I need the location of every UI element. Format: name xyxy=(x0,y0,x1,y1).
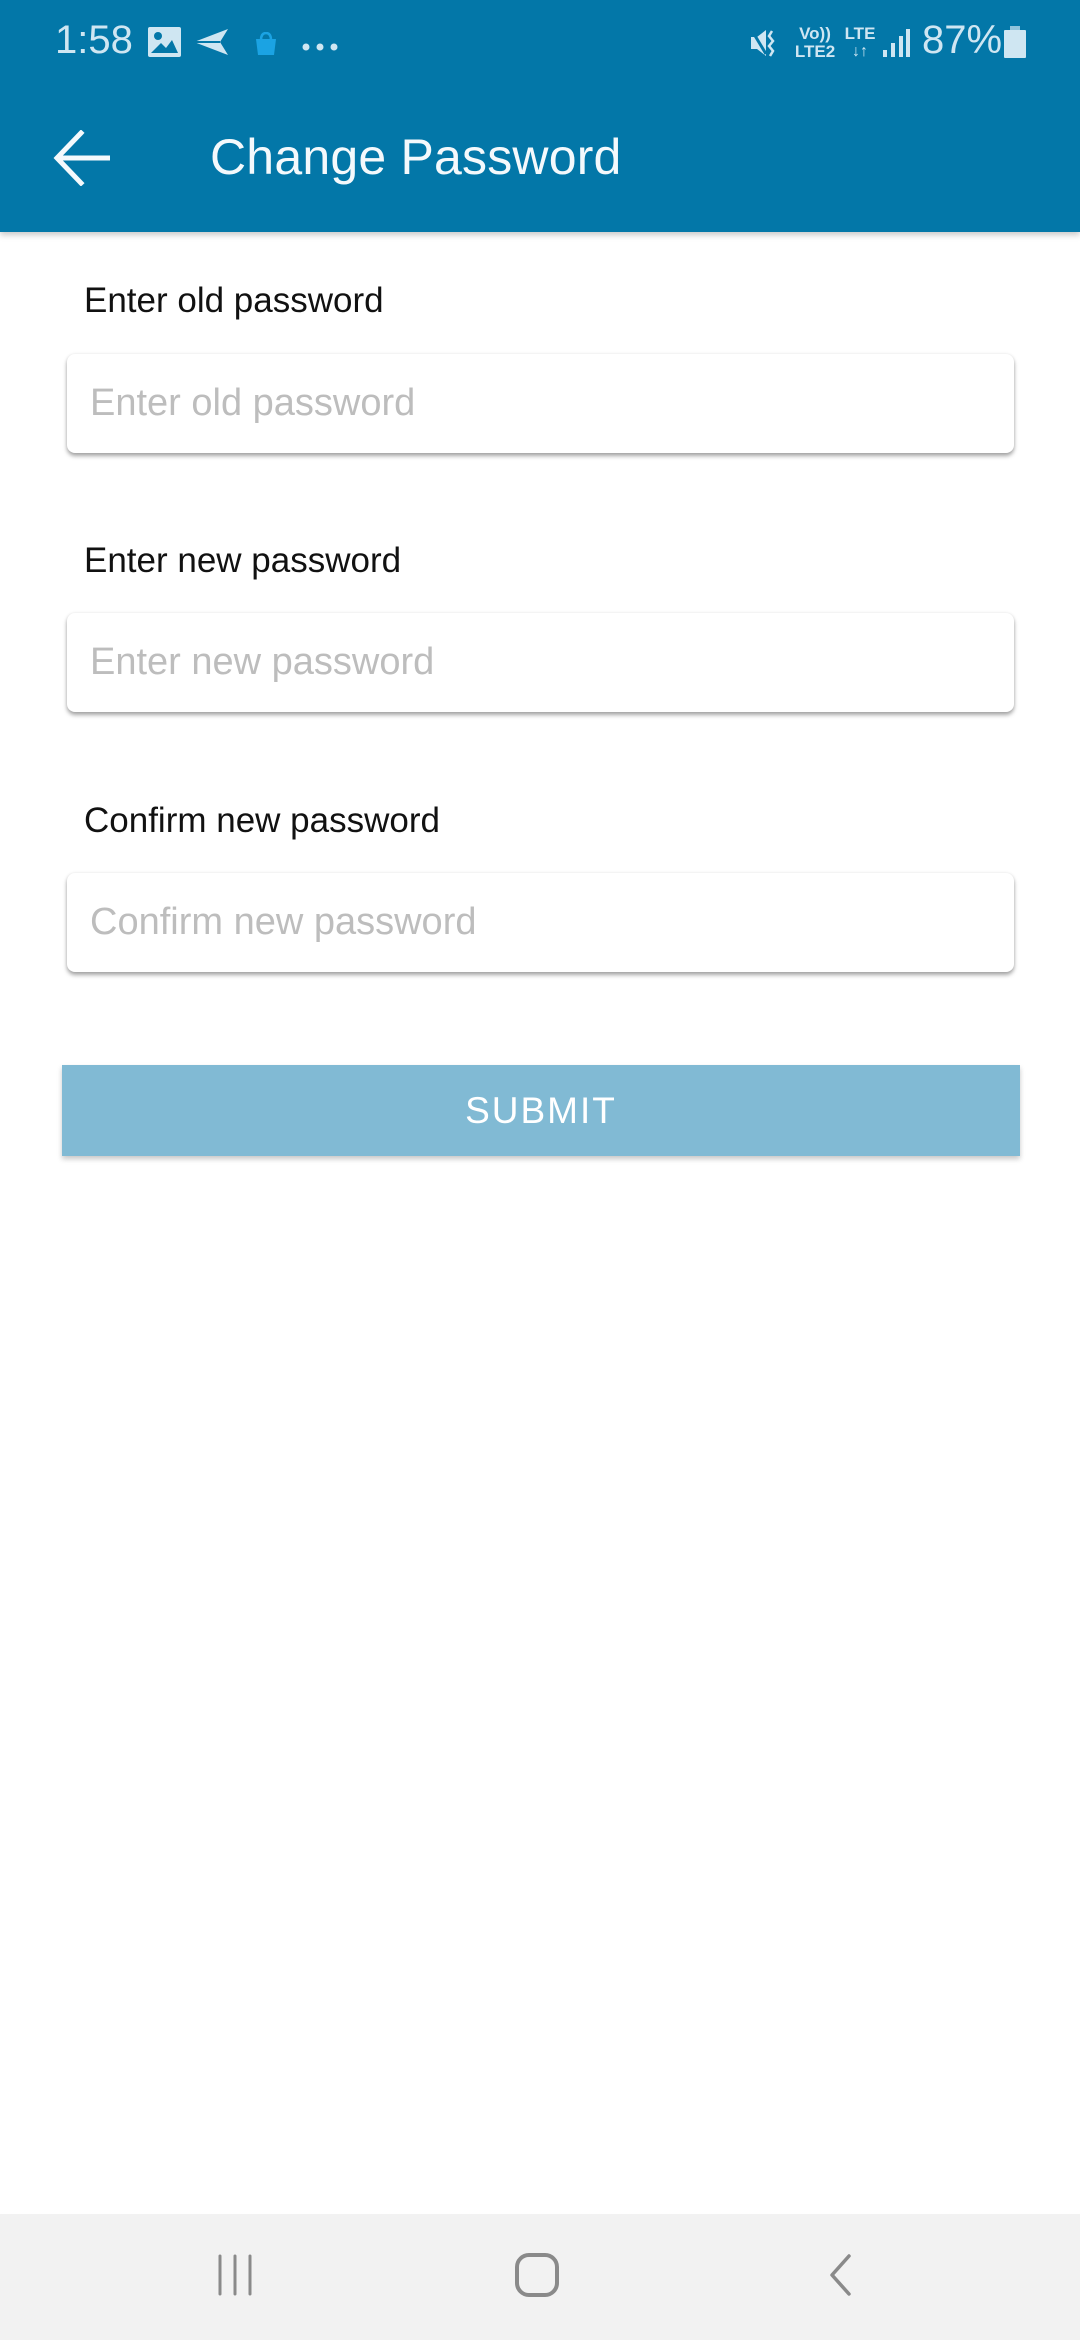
confirm-password-label: Confirm new password xyxy=(84,801,440,840)
gallery-icon xyxy=(148,27,181,62)
system-nav-bar xyxy=(0,2214,1080,2340)
volte-top-label: Vo)) xyxy=(799,24,831,43)
new-password-input[interactable] xyxy=(67,613,1014,712)
app-bar: 1:58 Vo)) LTE2 LTE ↓↑ 87% Change Passwor… xyxy=(0,0,1080,232)
back-icon xyxy=(827,2253,853,2302)
submit-button[interactable]: SUBMIT xyxy=(62,1065,1020,1156)
new-password-label: Enter new password xyxy=(84,541,402,580)
lte-label: LTE xyxy=(844,24,876,43)
old-password-field-box xyxy=(67,354,1014,453)
status-time: 1:58 xyxy=(55,18,133,62)
volte-lte2-icon: Vo)) LTE2 xyxy=(794,25,836,61)
old-password-label: Enter old password xyxy=(84,281,384,320)
submit-label: SUBMIT xyxy=(465,1089,617,1131)
shopping-bag-icon xyxy=(255,31,277,61)
nav-back-button[interactable] xyxy=(780,2244,900,2310)
back-button[interactable] xyxy=(40,118,124,202)
more-dots-icon xyxy=(302,38,338,56)
page-title: Change Password xyxy=(210,129,622,185)
lte-data-icon: LTE ↓↑ xyxy=(842,25,878,61)
recent-apps-button[interactable] xyxy=(175,2244,295,2310)
battery-percent: 87% xyxy=(922,18,1003,62)
new-password-field-box xyxy=(67,613,1014,712)
confirm-password-input[interactable] xyxy=(67,873,1014,972)
recent-apps-icon xyxy=(215,2254,255,2301)
old-password-input[interactable] xyxy=(67,354,1014,453)
battery-icon xyxy=(1004,26,1026,63)
home-button[interactable] xyxy=(477,2244,597,2310)
confirm-password-field-box xyxy=(67,873,1014,972)
arrow-left-icon xyxy=(52,128,112,191)
status-bar: 1:58 Vo)) LTE2 LTE ↓↑ 87% xyxy=(0,0,1080,84)
home-icon xyxy=(514,2252,560,2303)
vibrate-mute-icon xyxy=(749,28,784,63)
signal-icon xyxy=(882,28,910,63)
volte-bottom-label: LTE2 xyxy=(794,42,836,61)
send-icon xyxy=(192,27,232,62)
